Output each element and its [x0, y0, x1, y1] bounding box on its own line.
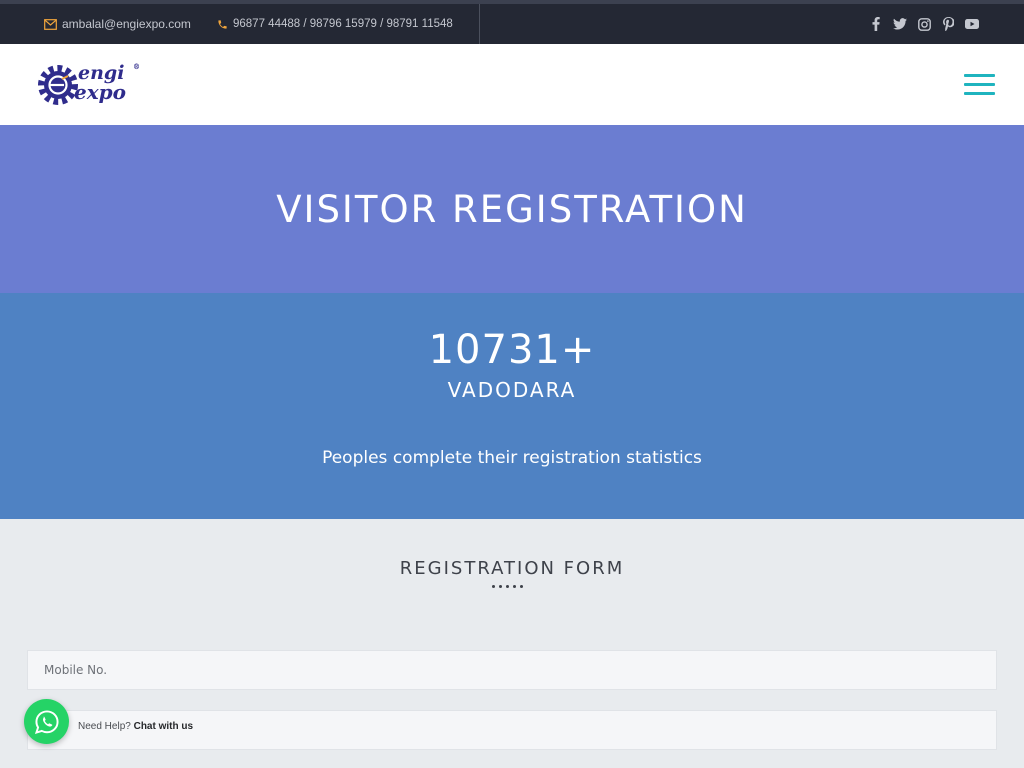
stats-description: Peoples complete their registration stat… [322, 448, 702, 468]
form-title: REGISTRATION FORM [399, 558, 625, 579]
youtube-icon[interactable] [964, 16, 980, 32]
hamburger-menu-icon[interactable] [964, 74, 995, 96]
envelope-icon [44, 18, 57, 30]
page-title: VISITOR REGISTRATION [276, 187, 748, 231]
social-links [868, 4, 980, 44]
registered-mark: ® [133, 62, 140, 71]
mobile-number-input[interactable] [27, 650, 997, 690]
phone-contact[interactable]: 96877 44488 / 98796 15979 / 98791 11548 [217, 4, 453, 44]
engiexpo-logo[interactable]: engi expo ® [36, 62, 144, 108]
registration-stats-section: 10731+ VADODARA Peoples complete their r… [0, 293, 1024, 519]
title-dots-divider [492, 585, 523, 588]
instagram-icon[interactable] [916, 16, 932, 32]
chat-with-us-link[interactable]: Chat with us [134, 721, 193, 732]
email-contact[interactable]: ambalal@engiexpo.com [44, 4, 191, 44]
whatsapp-chat-label[interactable]: Need Help? Chat with us [78, 721, 193, 732]
email-text: ambalal@engiexpo.com [62, 17, 191, 31]
facebook-icon[interactable] [868, 16, 884, 32]
city-name: VADODARA [447, 378, 577, 402]
phone-icon [217, 19, 228, 30]
whatsapp-icon[interactable] [24, 699, 69, 744]
topbar-divider [479, 4, 480, 44]
twitter-icon[interactable] [892, 16, 908, 32]
top-contact-bar: ambalal@engiexpo.com 96877 44488 / 98796… [0, 4, 1024, 44]
pinterest-icon[interactable] [940, 16, 956, 32]
visitor-count: 10731+ [428, 327, 596, 373]
page-hero-banner: VISITOR REGISTRATION [0, 125, 1024, 293]
site-header: engi expo ® [0, 44, 1024, 125]
phone-numbers-text: 96877 44488 / 98796 15979 / 98791 11548 [233, 18, 453, 30]
logo-text-expo: expo [74, 80, 126, 104]
need-help-text: Need Help? [78, 721, 131, 732]
